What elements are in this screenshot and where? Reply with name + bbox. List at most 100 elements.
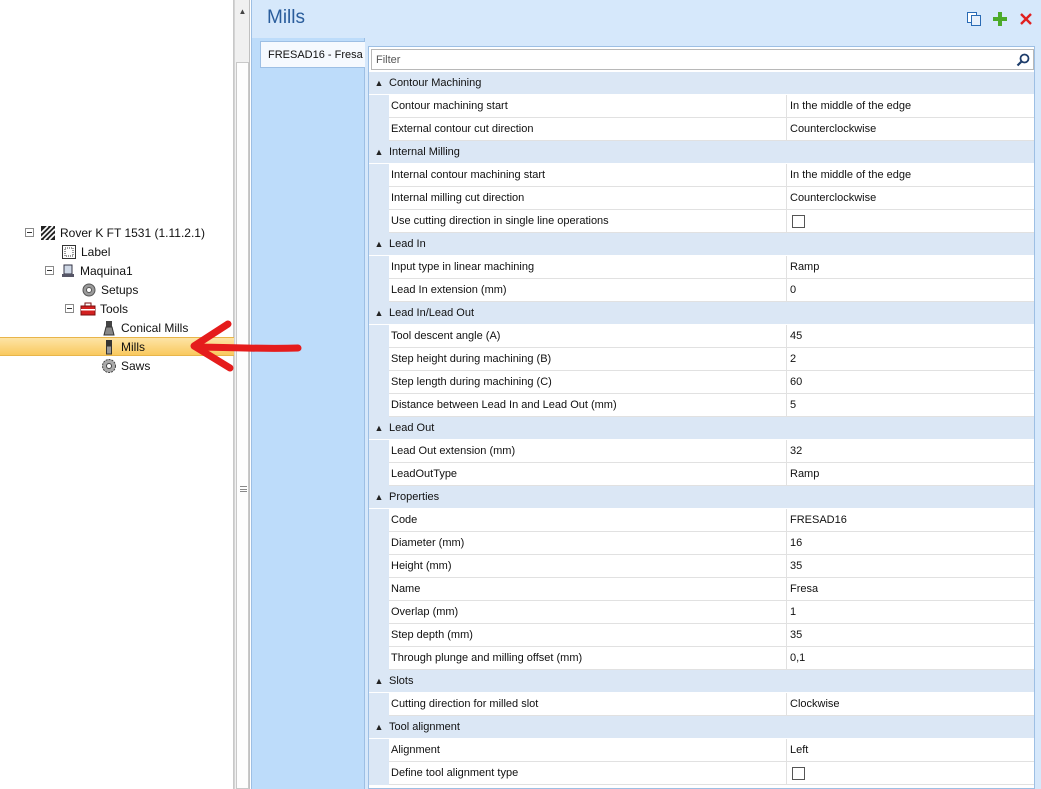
collapse-icon[interactable]: [45, 266, 54, 275]
property-row[interactable]: LeadOutType Ramp: [369, 463, 1034, 486]
tree-label-root: Rover K FT 1531 (1.11.2.1): [60, 225, 205, 240]
search-icon[interactable]: [1013, 50, 1033, 69]
tree-node-setups[interactable]: Setups: [81, 280, 138, 299]
category-row[interactable]: ▲ Properties: [369, 486, 1034, 509]
chevron-up-icon[interactable]: ▲: [369, 141, 389, 164]
property-value[interactable]: 5: [787, 394, 1034, 417]
property-value[interactable]: Ramp: [787, 256, 1034, 279]
tree-node-saws[interactable]: Saws: [101, 356, 150, 375]
property-row[interactable]: Step length during machining (C) 60: [369, 371, 1034, 394]
property-value[interactable]: 2: [787, 348, 1034, 371]
property-row[interactable]: Use cutting direction in single line ope…: [369, 210, 1034, 233]
tree-node-machine[interactable]: Maquina1: [45, 261, 133, 280]
machine-stand-icon: [60, 263, 76, 279]
property-value[interactable]: Counterclockwise: [787, 118, 1034, 141]
property-row[interactable]: Lead Out extension (mm) 32: [369, 440, 1034, 463]
tree-node-root[interactable]: Rover K FT 1531 (1.11.2.1): [25, 223, 205, 242]
tree-node-conical-mills[interactable]: Conical Mills: [101, 318, 188, 337]
property-row[interactable]: Height (mm) 35: [369, 555, 1034, 578]
chevron-up-icon[interactable]: ▲: [369, 302, 389, 325]
collapse-icon[interactable]: [25, 228, 34, 237]
property-value[interactable]: 35: [787, 624, 1034, 647]
property-row[interactable]: Define tool alignment type: [369, 762, 1034, 785]
property-name: Tool descent angle (A): [389, 325, 787, 348]
property-value[interactable]: FRESAD16: [787, 509, 1034, 532]
gear-icon: [81, 282, 97, 298]
scroll-thumb[interactable]: [236, 62, 249, 789]
property-row[interactable]: Alignment Left: [369, 739, 1034, 762]
property-value[interactable]: 1: [787, 601, 1034, 624]
row-gutter: [369, 601, 389, 624]
tree-node-label[interactable]: Label: [61, 242, 110, 261]
property-name: Input type in linear machining: [389, 256, 787, 279]
property-value[interactable]: 16: [787, 532, 1034, 555]
delete-button[interactable]: [1017, 10, 1035, 28]
property-value[interactable]: 60: [787, 371, 1034, 394]
property-row[interactable]: Cutting direction for milled slot Clockwi…: [369, 693, 1034, 716]
property-row[interactable]: Internal milling cut direction Counterclo…: [369, 187, 1034, 210]
property-row[interactable]: Overlap (mm) 1: [369, 601, 1034, 624]
row-gutter: [369, 210, 389, 233]
property-value[interactable]: Ramp: [787, 463, 1034, 486]
property-value[interactable]: 0: [787, 279, 1034, 302]
property-row[interactable]: Name Fresa: [369, 578, 1034, 601]
tree-node-mills[interactable]: Mills: [101, 337, 145, 356]
collapse-icon[interactable]: [65, 304, 74, 313]
property-row[interactable]: Lead In extension (mm) 0: [369, 279, 1034, 302]
category-row[interactable]: ▲ Lead In/Lead Out: [369, 302, 1034, 325]
chevron-up-icon[interactable]: ▲: [369, 417, 389, 440]
category-row[interactable]: ▲ Internal Milling: [369, 141, 1034, 164]
add-button[interactable]: [991, 10, 1009, 28]
property-value[interactable]: In the middle of the edge: [787, 95, 1034, 118]
property-value[interactable]: Clockwise: [787, 693, 1034, 716]
property-row[interactable]: External contour cut direction Counterclo…: [369, 118, 1034, 141]
tree-scrollbar[interactable]: ▲: [234, 0, 250, 789]
chevron-up-icon[interactable]: ▲: [369, 670, 389, 693]
row-gutter: [369, 762, 389, 785]
property-row[interactable]: Step height during machining (B) 2: [369, 348, 1034, 371]
property-row[interactable]: Contour machining start In the middle of …: [369, 95, 1034, 118]
category-row[interactable]: ▲ Tool alignment: [369, 716, 1034, 739]
property-value[interactable]: Left: [787, 739, 1034, 762]
property-value[interactable]: 45: [787, 325, 1034, 348]
scroll-up-icon[interactable]: ▲: [235, 0, 250, 22]
property-value[interactable]: In the middle of the edge: [787, 164, 1034, 187]
row-gutter: [369, 164, 389, 187]
chevron-up-icon[interactable]: ▲: [369, 716, 389, 739]
category-row[interactable]: ▲ Lead Out: [369, 417, 1034, 440]
chevron-up-icon[interactable]: ▲: [369, 72, 389, 95]
category-row[interactable]: ▲ Slots: [369, 670, 1034, 693]
category-label: Contour Machining: [389, 77, 482, 89]
filter-input[interactable]: [372, 50, 1013, 69]
checkbox[interactable]: [792, 214, 805, 228]
property-row[interactable]: Input type in linear machining Ramp: [369, 256, 1034, 279]
tree-label-machine: Maquina1: [80, 263, 133, 278]
category-row[interactable]: ▲ Contour Machining: [369, 72, 1034, 95]
property-row[interactable]: Code FRESAD16: [369, 509, 1034, 532]
property-row[interactable]: Diameter (mm) 16: [369, 532, 1034, 555]
property-checkbox-cell[interactable]: [787, 762, 1034, 785]
tree-node-tools[interactable]: Tools: [65, 299, 128, 318]
copy-button[interactable]: [965, 10, 983, 28]
property-row[interactable]: Through plunge and milling offset (mm) 0,…: [369, 647, 1034, 670]
category-row[interactable]: ▲ Lead In: [369, 233, 1034, 256]
property-value[interactable]: 32: [787, 440, 1034, 463]
property-checkbox-cell[interactable]: [787, 210, 1034, 233]
chevron-up-icon[interactable]: ▲: [369, 486, 389, 509]
property-row[interactable]: Internal contour machining start In the m…: [369, 164, 1034, 187]
property-value[interactable]: 35: [787, 555, 1034, 578]
machine-icon: [40, 224, 56, 241]
category-label: Lead Out: [389, 422, 435, 434]
property-value[interactable]: Counterclockwise: [787, 187, 1034, 210]
property-row[interactable]: Distance between Lead In and Lead Out (m…: [369, 394, 1034, 417]
property-row[interactable]: Tool descent angle (A) 45: [369, 325, 1034, 348]
tab-fresad16[interactable]: FRESAD16 - Fresa: [260, 41, 365, 68]
row-gutter: [369, 187, 389, 210]
checkbox[interactable]: [792, 766, 805, 780]
property-value[interactable]: 0,1: [787, 647, 1034, 670]
tree-label-saws: Saws: [121, 358, 151, 373]
add-icon: [993, 12, 1007, 26]
chevron-up-icon[interactable]: ▲: [369, 233, 389, 256]
property-value[interactable]: Fresa: [787, 578, 1034, 601]
property-row[interactable]: Step depth (mm) 35: [369, 624, 1034, 647]
